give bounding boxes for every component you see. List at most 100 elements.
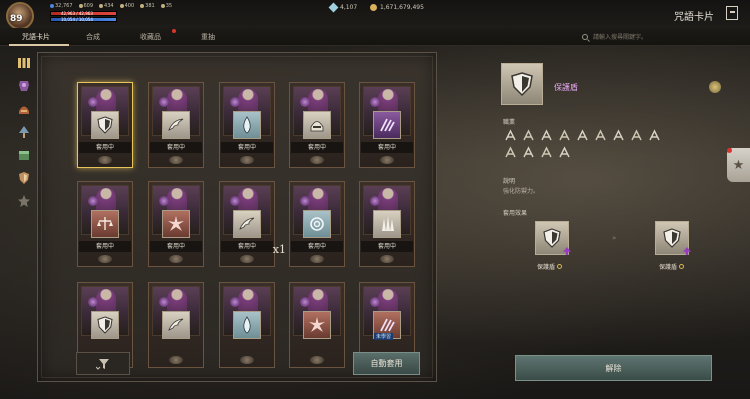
- priest-icon: [629, 128, 643, 142]
- description-label: 說明: [503, 178, 516, 185]
- card-status: 套用中: [150, 241, 202, 252]
- spell-card[interactable]: 套用中: [289, 181, 345, 267]
- release-button[interactable]: 解除: [515, 355, 712, 381]
- burst-icon: [162, 210, 190, 238]
- card-status: 套用中: [221, 241, 273, 252]
- search-input[interactable]: 請輸入搜尋關鍵字。: [582, 30, 732, 43]
- scythe-icon: [557, 145, 571, 159]
- stat-defense: 434: [99, 3, 114, 9]
- hp-bar: 42,963 / 42,963: [50, 11, 117, 16]
- stat-misc: 35: [160, 3, 172, 9]
- tree-icon[interactable]: [17, 125, 31, 139]
- card-ornament: [240, 356, 254, 364]
- card-grid-panel: 套用中 套用中 套用中 套用中 套用中 套用中 套用中 套用中 x1 套用中 套用中 未學習: [37, 52, 437, 382]
- stat-attack: 609: [78, 3, 93, 9]
- spell-card[interactable]: 套用中: [289, 82, 345, 168]
- set-from-card[interactable]: [535, 221, 569, 255]
- spell-card[interactable]: 套用中: [359, 181, 415, 267]
- card-ornament: [240, 255, 254, 263]
- card-count: x1: [272, 243, 286, 256]
- filter-button[interactable]: [76, 352, 130, 375]
- helm-icon: [303, 111, 331, 139]
- card-ornament: [310, 356, 324, 364]
- tab-reroll[interactable]: 重抽: [201, 32, 215, 42]
- spell-card[interactable]: 套用中: [359, 82, 415, 168]
- coin-icon: [370, 4, 377, 11]
- assassin-icon: [575, 128, 589, 142]
- tab-synthesis[interactable]: 合成: [86, 32, 100, 42]
- set-to-card[interactable]: [655, 221, 689, 255]
- shield-icon[interactable]: [17, 171, 31, 185]
- card-ornament: [380, 255, 394, 263]
- spell-card[interactable]: [289, 282, 345, 368]
- spell-card[interactable]: [148, 282, 204, 368]
- card-status: 套用中: [291, 142, 343, 153]
- set-from-label: 保護盾: [537, 262, 563, 271]
- stat-evasion: 400: [119, 3, 134, 9]
- player-stats: 32,767 609 434 400 381 35: [50, 3, 172, 9]
- spell-card[interactable]: 套用中: [77, 82, 133, 168]
- card-ornament: [240, 156, 254, 164]
- card-status: 套用中: [361, 241, 413, 252]
- lancer-icon: [593, 128, 607, 142]
- flame-icon: [233, 311, 261, 339]
- tab-collection[interactable]: 收藏品: [140, 32, 161, 42]
- card-ornament: [98, 156, 112, 164]
- favorite-icon[interactable]: [709, 81, 721, 93]
- exit-icon[interactable]: [726, 6, 738, 20]
- berserker-icon: [539, 145, 553, 159]
- gem-currency: 4,107: [328, 2, 357, 13]
- card-status: 套用中: [291, 241, 343, 252]
- search-icon: [582, 33, 588, 40]
- card-ornament: [169, 255, 183, 263]
- set-to-label: 保護盾: [659, 262, 685, 271]
- magnify-icon[interactable]: [557, 264, 563, 269]
- claw-icon: [373, 111, 401, 139]
- card-ornament: [98, 255, 112, 263]
- armor-icon[interactable]: [17, 79, 31, 93]
- card-ornament: [310, 255, 324, 263]
- mage-icon: [539, 128, 553, 142]
- spell-card[interactable]: 套用中: [148, 181, 204, 267]
- wing-icon: [233, 210, 261, 238]
- knight-icon: [557, 128, 571, 142]
- top-bar: 89 32,767 609 434 400 381 35 42,963 / 42…: [0, 0, 750, 30]
- fencer-icon: [611, 128, 625, 142]
- player-level: 89: [10, 14, 23, 24]
- flame-icon: [233, 111, 261, 139]
- card-status: 套用中: [79, 142, 131, 153]
- mp-bar: 10,054 / 10,054: [50, 17, 117, 22]
- shield-icon: [91, 311, 119, 339]
- tab-spell-cards[interactable]: 咒語卡片: [22, 32, 50, 42]
- scale-icon: [91, 210, 119, 238]
- card-status: 套用中: [361, 142, 413, 153]
- burst-icon: [303, 311, 331, 339]
- card-ornament: [310, 156, 324, 164]
- helmet-icon[interactable]: [17, 102, 31, 116]
- all-cards-icon[interactable]: [17, 56, 31, 70]
- card-ornament: [380, 156, 394, 164]
- monk-icon: [521, 145, 535, 159]
- spell-card[interactable]: [219, 282, 275, 368]
- category-rail: [12, 56, 36, 264]
- wing-icon: [162, 311, 190, 339]
- gold-currency: 1,671,679,495: [370, 4, 424, 11]
- dark-knight-icon: [647, 128, 661, 142]
- spell-card[interactable]: 套用中: [77, 181, 133, 267]
- side-favorites-tab[interactable]: ★: [727, 148, 750, 182]
- spell-card[interactable]: 套用中: [148, 82, 204, 168]
- card-tag: 未學習: [374, 333, 394, 340]
- star-icon[interactable]: [17, 194, 31, 208]
- search-placeholder: 請輸入搜尋關鍵字。: [593, 34, 648, 41]
- spell-card[interactable]: 套用中: [219, 82, 275, 168]
- filter-icon: [96, 358, 109, 370]
- card-ornament: [169, 156, 183, 164]
- gem-icon: [328, 2, 339, 13]
- warrior-icon: [503, 128, 517, 142]
- card-status: 套用中: [150, 142, 202, 153]
- chest-icon[interactable]: [17, 148, 31, 162]
- spell-card[interactable]: 套用中 x1: [219, 181, 286, 267]
- selected-card-name: 保護盾: [554, 83, 578, 92]
- auto-apply-button[interactable]: 自動套用: [353, 352, 420, 375]
- magnify-icon[interactable]: [679, 264, 685, 269]
